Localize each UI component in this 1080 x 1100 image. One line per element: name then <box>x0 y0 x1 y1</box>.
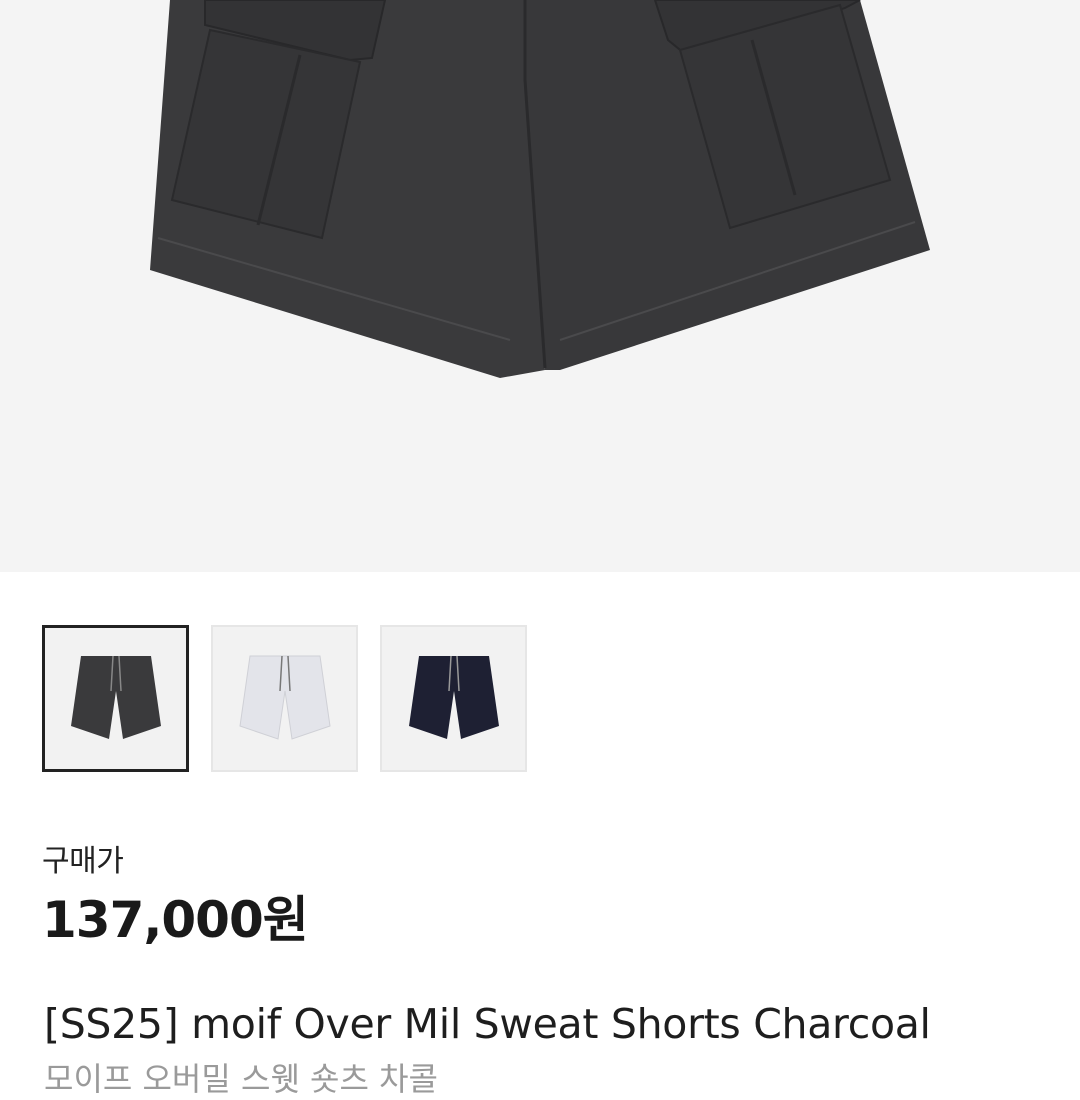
product-subtitle: 모이프 오버밀 스웻 숏츠 차콜 <box>44 1060 438 1098</box>
thumbnail-navy[interactable] <box>380 625 527 772</box>
product-main-image[interactable] <box>0 0 1080 572</box>
price-label: 구매가 <box>42 844 124 879</box>
product-title: [SS25] moif Over Mil Sweat Shorts Charco… <box>44 1000 931 1048</box>
shorts-thumbnail-icon <box>238 655 331 740</box>
thumbnail-charcoal[interactable] <box>42 625 189 772</box>
shorts-thumbnail-icon <box>70 655 161 739</box>
color-thumbnail-list <box>42 625 527 772</box>
thumbnail-light-gray[interactable] <box>211 625 358 772</box>
shorts-illustration <box>150 0 930 378</box>
shorts-thumbnail-icon <box>408 655 499 739</box>
product-price: 137,000원 <box>42 891 309 949</box>
